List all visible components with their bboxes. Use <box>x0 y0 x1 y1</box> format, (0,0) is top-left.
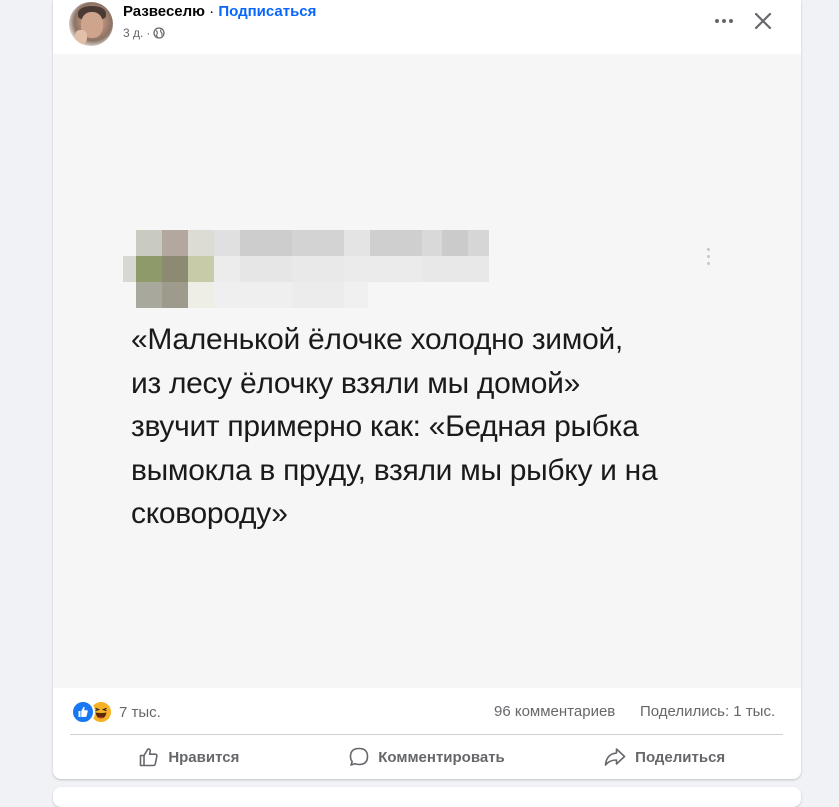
reactions-count: 7 тыс. <box>119 703 161 721</box>
name-separator: · <box>209 3 215 20</box>
quote-line: из лесу ёлочку взяли мы домой» <box>131 366 581 400</box>
post-time[interactable]: 3 д. <box>123 26 143 40</box>
globe-icon <box>153 27 165 39</box>
quote-line: вымокла в пруду, взяли мы рыбку и на <box>131 453 658 487</box>
more-horizontal-icon <box>715 19 733 23</box>
next-post-card <box>53 787 801 807</box>
like-button[interactable]: Нравится <box>70 738 308 776</box>
more-vertical-icon <box>704 248 712 272</box>
like-label: Нравится <box>168 748 240 766</box>
actions-divider <box>70 734 783 735</box>
share-icon <box>604 748 626 766</box>
shares-count[interactable]: Поделились: 1 тыс. <box>640 703 775 720</box>
post-meta: 3 д. · <box>123 26 165 40</box>
author-name[interactable]: Развеселю <box>123 3 205 20</box>
thumbs-up-icon <box>140 748 158 767</box>
author-line: Развеселю · Подписаться <box>123 3 316 20</box>
quote-line: «Маленькой ёлочке холодно зимой, <box>131 323 623 356</box>
share-button[interactable]: Поделиться <box>545 738 783 776</box>
comment-button[interactable]: Комментировать <box>308 738 546 776</box>
reactions-summary[interactable]: 7 тыс. <box>71 700 161 724</box>
post-image[interactable]: «Маленькой ёлочке холодно зимой, из лесу… <box>53 54 801 688</box>
more-options-button[interactable] <box>709 8 739 34</box>
post-header: Развеселю · Подписаться 3 д. · <box>53 0 801 54</box>
pixelated-username-blur <box>123 230 489 308</box>
quote-line: звучит примерно как: «Бедная рыбка <box>131 410 639 443</box>
follow-button[interactable]: Подписаться <box>218 3 316 20</box>
post-stats: 7 тыс. 96 комментариев Поделились: 1 тыс… <box>53 688 801 732</box>
post-actions: Нравится Комментировать Поделиться <box>70 738 783 776</box>
post-card: Развеселю · Подписаться 3 д. · «Маленько… <box>53 0 801 779</box>
share-label: Поделиться <box>635 748 726 766</box>
comment-label: Комментировать <box>378 748 505 766</box>
like-reaction-icon <box>71 700 95 724</box>
close-icon <box>754 12 772 30</box>
quote-text: «Маленькой ёлочке холодно зимой, из лесу… <box>131 318 731 536</box>
quote-line: сковороду» <box>131 497 288 530</box>
comment-icon <box>349 747 369 766</box>
comments-count[interactable]: 96 комментариев <box>494 703 615 720</box>
meta-separator: · <box>146 26 151 40</box>
close-button[interactable] <box>747 6 779 36</box>
page-avatar[interactable] <box>69 2 113 46</box>
